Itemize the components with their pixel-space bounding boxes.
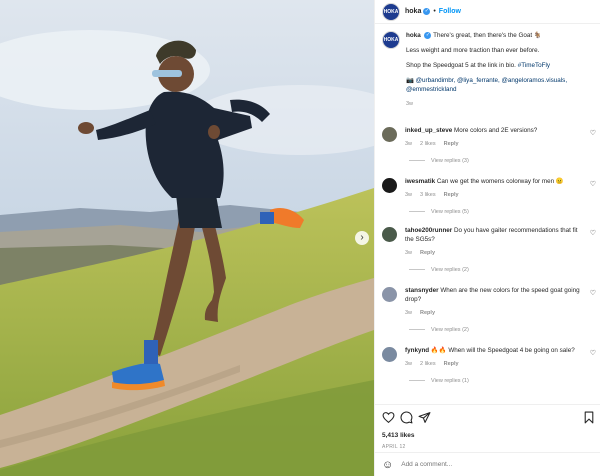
comment-username[interactable]: tahoe200runner xyxy=(405,227,452,234)
caption-avatar[interactable]: HOKA xyxy=(382,31,400,49)
comment-body: tahoe200runner Do you have gaiter recomm… xyxy=(405,226,585,275)
instagram-post: › HOKA hoka ✓ • Follow HOKA hoka ✓ There… xyxy=(0,0,600,476)
comment-meta: 3w 2 likes Reply xyxy=(405,140,585,149)
comment-meta: 3w 2 likes Reply xyxy=(405,360,585,369)
comment-icon[interactable] xyxy=(400,411,413,424)
post-date: APRIL 12 xyxy=(382,444,406,450)
comment-username[interactable]: fynkynd xyxy=(405,347,429,354)
comment-like-heart-icon[interactable]: ♡ xyxy=(590,349,596,357)
comment-item: inked_up_steve More colors and 2E versio… xyxy=(382,126,598,166)
reply-button[interactable]: Reply xyxy=(444,141,459,147)
comment-likes[interactable]: 2 likes xyxy=(420,361,436,367)
like-count[interactable]: 5,413 likes xyxy=(382,432,415,439)
view-replies-button[interactable]: View replies (2) xyxy=(409,326,585,335)
view-replies-button[interactable]: View replies (3) xyxy=(409,157,585,166)
comment-likes[interactable]: 2 likes xyxy=(420,141,436,147)
caption-line-1: There's great, then there's the Goat 🐐 xyxy=(433,32,542,39)
post-photo[interactable]: › xyxy=(0,0,374,476)
caption-username[interactable]: hoka xyxy=(406,32,421,39)
chevron-right-icon: › xyxy=(360,232,364,243)
comment-age: 3w xyxy=(405,361,413,367)
avatar-logo-text: HOKA xyxy=(383,8,399,15)
photo-credits[interactable]: 📷 @urbandimbr, @liya_ferrante, @angelora… xyxy=(406,76,594,94)
share-icon[interactable] xyxy=(418,411,431,424)
view-replies-button[interactable]: View replies (5) xyxy=(409,208,585,217)
comment-item: iwesmatik Can we get the womens colorway… xyxy=(382,177,598,217)
comment-age: 3w xyxy=(405,192,413,198)
heart-icon[interactable] xyxy=(382,411,395,424)
comment-like-heart-icon[interactable]: ♡ xyxy=(590,180,596,188)
post-sidebar: HOKA hoka ✓ • Follow HOKA hoka ✓ There's… xyxy=(374,0,600,476)
caption-line-3: Shop the Speedgoat 5 at the link in bio.… xyxy=(406,61,594,70)
avatar[interactable] xyxy=(382,127,397,142)
caption-line-2: Less weight and more traction than ever … xyxy=(406,47,540,54)
action-icons xyxy=(382,411,431,424)
bookmark-icon[interactable] xyxy=(583,411,595,424)
comment-body: iwesmatik Can we get the womens colorway… xyxy=(405,177,585,217)
reply-button[interactable]: Reply xyxy=(420,250,435,256)
separator-dot: • xyxy=(433,8,436,15)
caption-first-line: hoka ✓ There's great, then there's the G… xyxy=(406,31,594,40)
comment-username[interactable]: stansnyder xyxy=(405,287,439,294)
add-comment-input[interactable] xyxy=(401,461,552,468)
comment-username[interactable]: inked_up_steve xyxy=(405,127,452,134)
caption-line-3-text: Shop the Speedgoat 5 at the link in bio. xyxy=(406,62,518,69)
comment-item: tahoe200runner Do you have gaiter recomm… xyxy=(382,226,598,275)
hashtag-link[interactable]: #TimeToFly xyxy=(518,62,550,69)
next-photo-button[interactable]: › xyxy=(355,231,369,245)
comment-meta: 3w Reply xyxy=(405,309,585,318)
comment-text: More colors and 2E versions? xyxy=(454,127,538,134)
comment-age: 3w xyxy=(405,310,413,316)
avatar[interactable]: HOKA xyxy=(382,2,400,21)
emoji-icon[interactable]: ☺ xyxy=(382,459,393,471)
comment-likes[interactable]: 3 likes xyxy=(420,192,436,198)
verified-badge-icon: ✓ xyxy=(423,8,431,15)
comment-body: stansnyder When are the new colors for t… xyxy=(405,286,585,335)
runner-photo xyxy=(0,0,374,476)
verified-badge-icon: ✓ xyxy=(424,31,432,39)
post-header: HOKA hoka ✓ • Follow xyxy=(375,0,600,24)
add-comment-bar: ☺ xyxy=(375,452,600,476)
comment-age: 3w xyxy=(405,141,413,147)
comment-meta: 3w Reply xyxy=(405,249,585,258)
comment-username[interactable]: iwesmatik xyxy=(405,178,435,185)
reply-button[interactable]: Reply xyxy=(444,361,459,367)
post-caption: HOKA hoka ✓ There's great, then there's … xyxy=(382,31,594,109)
view-replies-button[interactable]: View replies (2) xyxy=(409,266,585,275)
view-replies-button[interactable]: View replies (1) xyxy=(409,377,585,386)
header-username[interactable]: hoka xyxy=(405,8,421,15)
avatar-logo-text: HOKA xyxy=(383,37,399,43)
follow-button[interactable]: Follow xyxy=(439,8,461,15)
comment-body: inked_up_steve More colors and 2E versio… xyxy=(405,126,585,166)
caption-body: hoka ✓ There's great, then there's the G… xyxy=(406,31,594,109)
reply-button[interactable]: Reply xyxy=(420,310,435,316)
comment-text: Can we get the womens colorway for men 😐 xyxy=(436,178,564,185)
avatar[interactable] xyxy=(382,347,397,362)
comment-body: fynkynd 🔥🔥 When will the Speedgoat 4 be … xyxy=(405,346,585,386)
avatar[interactable] xyxy=(382,178,397,193)
comment-like-heart-icon[interactable]: ♡ xyxy=(590,229,596,237)
avatar[interactable] xyxy=(382,287,397,302)
avatar[interactable] xyxy=(382,227,397,242)
comment-like-heart-icon[interactable]: ♡ xyxy=(590,289,596,297)
reply-button[interactable]: Reply xyxy=(444,192,459,198)
comment-item: stansnyder When are the new colors for t… xyxy=(382,286,598,335)
comment-text: 🔥🔥 When will the Speedgoat 4 be going on… xyxy=(430,347,575,354)
caption-age: 3w xyxy=(406,101,414,107)
comment-meta: 3w 3 likes Reply xyxy=(405,191,585,200)
comment-like-heart-icon[interactable]: ♡ xyxy=(590,129,596,137)
comment-item: fynkynd 🔥🔥 When will the Speedgoat 4 be … xyxy=(382,346,598,386)
comment-age: 3w xyxy=(405,250,413,256)
